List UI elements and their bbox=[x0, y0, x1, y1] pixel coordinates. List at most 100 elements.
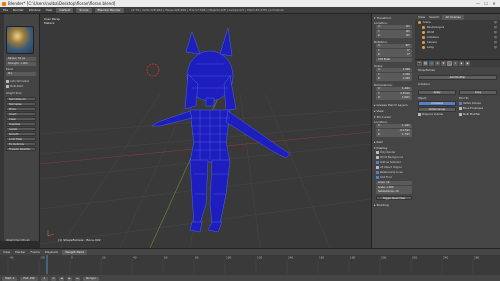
weight-tool-button-smooth[interactable]: Smooth bbox=[6, 132, 36, 136]
weight-tool-button-quantize[interactable]: Quantize bbox=[6, 122, 36, 126]
multi-modifier-checkbox[interactable]: Multi Modifier bbox=[459, 113, 480, 116]
weight-tool-button-levels[interactable]: Levels bbox=[6, 127, 36, 131]
rotation-x-field[interactable]: X: 90° bbox=[376, 44, 412, 48]
render-engine-selector[interactable]: Blender Render bbox=[94, 7, 124, 13]
armature-modifier-header[interactable]: Armature bbox=[418, 83, 430, 86]
weight-tools-section[interactable]: Weight Tools bbox=[6, 92, 22, 95]
cursor-y-field[interactable]: Y: -0.174m bbox=[376, 128, 412, 133]
display-option-only-render[interactable]: Only Render bbox=[376, 151, 395, 154]
weight-tool-button-normalize[interactable]: Normalize bbox=[6, 102, 36, 106]
maximize-button[interactable]: ☐ bbox=[482, 0, 490, 7]
weight-tool-button-clean[interactable]: Clean bbox=[6, 117, 36, 121]
display-option-all-object-origins[interactable]: All Object Origins bbox=[376, 166, 402, 169]
location-z-field[interactable]: Z: 0m bbox=[376, 34, 412, 38]
strength-field[interactable]: Strength: 1.000 bbox=[6, 62, 36, 66]
apply-modifier-button[interactable]: Apply bbox=[418, 90, 456, 95]
grid-subdivisions-field[interactable]: Subdivisions: 10 bbox=[376, 190, 412, 194]
transform-panel-header[interactable]: ▾ Transform bbox=[374, 16, 391, 20]
timeline-playback-menu[interactable]: Playback bbox=[44, 250, 59, 254]
display-option-world-background[interactable]: World Background bbox=[376, 156, 403, 159]
weight-tool-button-mirror[interactable]: Mirror bbox=[6, 107, 36, 111]
item-panel-header[interactable]: ▸ Item bbox=[374, 140, 383, 144]
timeline-marker-menu[interactable]: Marker bbox=[14, 250, 26, 254]
menu-help[interactable]: Help bbox=[45, 8, 54, 12]
display-panel-header[interactable]: ▾ Display bbox=[374, 146, 388, 150]
character-mesh[interactable] bbox=[151, 27, 291, 233]
current-frame-field[interactable]: 1 bbox=[40, 276, 49, 281]
weight-tool-button-invert[interactable]: Invert bbox=[6, 112, 36, 116]
weight-tool-button-normalize-all[interactable]: Normalize All bbox=[6, 97, 36, 101]
timeline-ruler[interactable]: -40 -20 0 20 40 60 80 100 120 140 160 180 200 220 240 2… bbox=[0, 255, 500, 274]
location-y-field[interactable]: Y: 0m bbox=[376, 29, 412, 34]
properties-tab-1-icon[interactable]: 🖼 bbox=[423, 61, 428, 66]
scale-y-field[interactable]: Y: 1.000 bbox=[376, 72, 412, 77]
grid-scale-field[interactable]: Scale: 1.000 bbox=[376, 185, 412, 190]
menu-file[interactable]: File bbox=[2, 8, 9, 12]
dimension-z-field[interactable]: Z: 1.82m bbox=[376, 96, 412, 100]
weight-tool-button-fix-deforms[interactable]: Fix Deforms bbox=[6, 142, 36, 146]
location-x-field[interactable]: X: 0m bbox=[376, 25, 412, 29]
outliner-row-lamp[interactable]: Lamp 👁 bbox=[415, 45, 500, 50]
properties-tab-6-icon[interactable]: ✦ bbox=[453, 61, 458, 66]
jump-start-icon[interactable]: ⏮ bbox=[51, 276, 57, 281]
jump-end-icon[interactable]: ⏭ bbox=[75, 276, 81, 281]
scale-z-field[interactable]: Z: 1.000 bbox=[376, 77, 412, 81]
menu-render[interactable]: Render bbox=[12, 8, 25, 12]
radius-field[interactable]: Radius: 50 px bbox=[6, 57, 36, 61]
rotation-mode-select[interactable]: XYZ Euler bbox=[376, 58, 412, 62]
timeline-view-menu[interactable]: View bbox=[2, 250, 11, 254]
vertex-group-field[interactable]: Vertex Group bbox=[418, 107, 456, 112]
screen-layout-selector[interactable]: Default bbox=[56, 7, 74, 13]
end-frame-field[interactable]: End: 250 bbox=[20, 276, 38, 281]
properties-tab-8-icon[interactable]: ▣ bbox=[465, 61, 470, 66]
cursor-z-field[interactable]: Z: 1.73m bbox=[376, 133, 412, 137]
visibility-eye-icon[interactable]: 👁 bbox=[494, 46, 497, 49]
weight-tool-button-transfer-weights[interactable]: Transfer Weights bbox=[6, 147, 36, 151]
auto-normalize-checkbox[interactable]: Auto Normalize bbox=[6, 80, 29, 83]
add-modifier-button[interactable]: Add Modifier bbox=[418, 75, 497, 80]
dimension-x-field[interactable]: X: 1.49m bbox=[376, 87, 412, 91]
properties-tab-0-icon[interactable]: 📷 bbox=[417, 61, 422, 66]
blend-mode-select[interactable]: Mix bbox=[6, 72, 36, 76]
interaction-mode-selector[interactable]: Weight Paint bbox=[62, 249, 88, 255]
scale-x-field[interactable]: X: 1.000 bbox=[376, 68, 412, 72]
play-reverse-icon[interactable]: ◀ bbox=[59, 276, 65, 281]
dimension-y-field[interactable]: Y: 0.353m bbox=[376, 91, 412, 96]
visibility-eye-icon[interactable]: 👁 bbox=[494, 41, 497, 44]
rotation-z-field[interactable]: Z: 0° bbox=[376, 53, 412, 57]
close-button[interactable]: ✕ bbox=[490, 0, 498, 7]
3d-cursor-icon[interactable] bbox=[146, 63, 160, 77]
preserve-volume-checkbox[interactable]: Preserve Volume bbox=[418, 113, 443, 116]
copy-modifier-button[interactable]: Copy bbox=[459, 90, 497, 95]
visibility-eye-icon[interactable]: 👁 bbox=[494, 36, 497, 39]
cursor-x-field[interactable]: X: 1.14m bbox=[376, 124, 412, 128]
3d-cursor-panel-header[interactable]: ▾ 3D Cursor bbox=[374, 115, 392, 119]
timeline-frame-menu[interactable]: Frame bbox=[30, 250, 41, 254]
properties-tab-7-icon[interactable]: ◆ bbox=[459, 61, 464, 66]
visibility-eye-icon[interactable]: 👁 bbox=[494, 26, 497, 29]
visibility-eye-icon[interactable]: 👁 bbox=[494, 31, 497, 34]
sync-mode-select[interactable]: No Sync bbox=[83, 276, 100, 281]
properties-tab-2-icon[interactable]: 🌐 bbox=[429, 61, 434, 66]
tool-shelf-tabs[interactable] bbox=[0, 14, 4, 241]
view-panel-header[interactable]: ▸ View bbox=[374, 109, 384, 113]
toggle-quad-view-button[interactable]: Toggle Quad View bbox=[376, 196, 412, 200]
vertex-groups-checkbox[interactable]: Vertex Groups bbox=[459, 102, 481, 105]
visibility-eye-icon[interactable]: 👁 bbox=[494, 21, 497, 24]
start-frame-field[interactable]: Start: 1 bbox=[2, 276, 18, 281]
weight-tool-button-limit-total[interactable]: Limit Total bbox=[6, 137, 36, 141]
rotation-y-field[interactable]: Y: 0° bbox=[376, 48, 412, 53]
grease-pencil-panel-header[interactable]: ▸ Grease Pencil Layers bbox=[374, 103, 408, 107]
properties-tab-3-icon[interactable]: ⚙ bbox=[435, 61, 440, 66]
3d-viewport[interactable]: User Persp Meters (1) ShapeFemale : Bone… bbox=[40, 14, 371, 248]
multi-paint-checkbox[interactable]: Multi-Paint bbox=[6, 85, 23, 88]
display-option-outline-selected[interactable]: Outline Selected bbox=[376, 161, 401, 164]
armature-object-field[interactable]: Armature bbox=[418, 101, 456, 106]
shading-panel-header[interactable]: ▸ Shading bbox=[374, 203, 389, 207]
properties-tab-5-icon[interactable]: 🔧 bbox=[447, 61, 452, 66]
outliner-search-menu[interactable]: Search bbox=[428, 15, 440, 19]
outliner-display-mode[interactable]: All Scenes bbox=[442, 14, 464, 20]
play-icon[interactable]: ▶ bbox=[67, 276, 73, 281]
display-option-grid-floor[interactable]: Grid Floor bbox=[376, 176, 392, 179]
properties-tab-4-icon[interactable]: ▼ bbox=[441, 61, 446, 66]
